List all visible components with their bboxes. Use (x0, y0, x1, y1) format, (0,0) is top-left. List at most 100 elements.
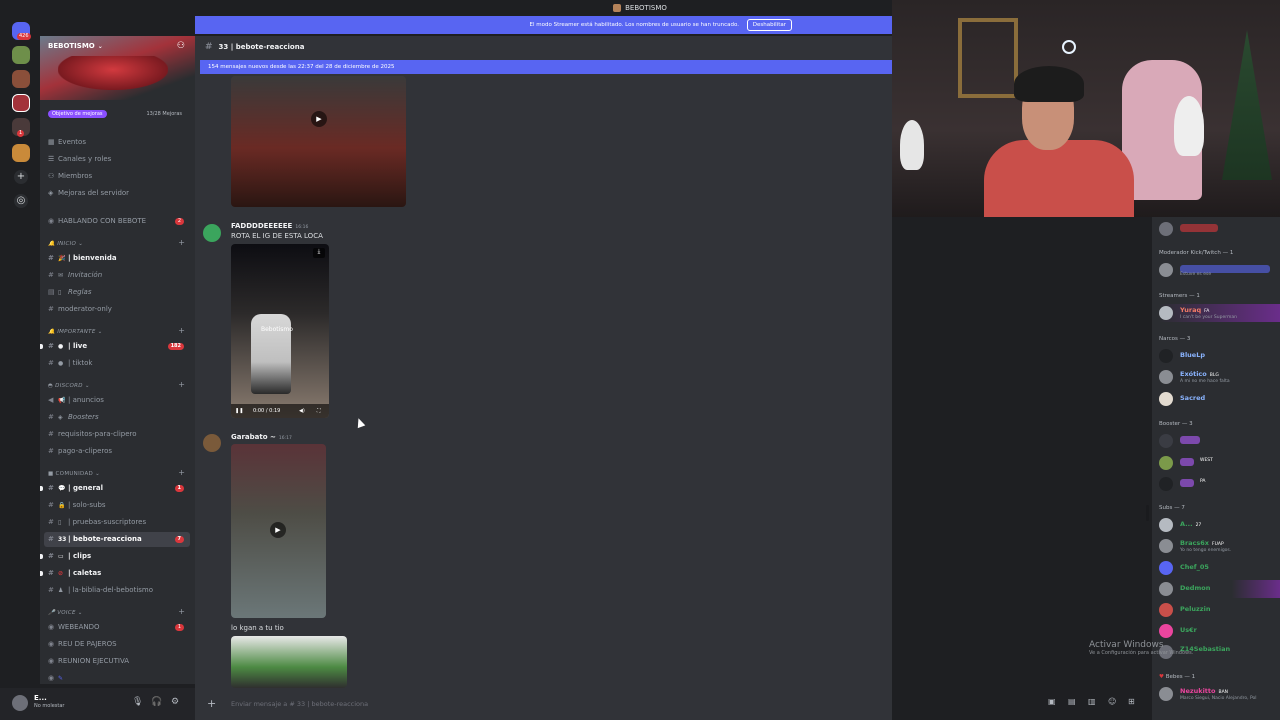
channel-caletas[interactable]: # ⊘ | caletas (40, 566, 190, 581)
page-icon: ▯ (58, 519, 62, 526)
member-row[interactable]: Dedmon (1159, 580, 1280, 598)
video-attachment-1[interactable]: ▶ (231, 76, 406, 207)
channel-moderator-only[interactable]: # moderator-only (40, 302, 190, 317)
avatar[interactable] (203, 224, 221, 242)
add-channel-icon[interactable]: + (178, 238, 185, 247)
avatar[interactable] (12, 695, 28, 711)
member-row[interactable]: Chef_05 (1159, 559, 1280, 577)
member-name: Us€r (1180, 626, 1197, 634)
add-channel-icon[interactable]: + (178, 380, 185, 389)
server-icon-4[interactable] (12, 144, 30, 162)
microphone-icon[interactable]: 🎙 (132, 697, 143, 707)
play-icon[interactable]: ▶ (270, 522, 286, 538)
member-row[interactable]: Us€r (1159, 622, 1280, 640)
channel-clips[interactable]: # ▭ | clips (40, 549, 190, 564)
member-row[interactable]: Sacred (1159, 390, 1280, 408)
add-attachment-icon[interactable]: + (207, 697, 216, 710)
channel-biblia[interactable]: # ♟ | la-biblia-del-bebotismo (40, 583, 190, 598)
pause-icon[interactable]: ❚❚ (235, 404, 243, 418)
channel-live[interactable]: # ● | live 182 (40, 339, 190, 354)
server-icon-bebotismo[interactable] (12, 94, 30, 112)
member-row[interactable] (1159, 220, 1280, 238)
server-name-button[interactable]: BEBOTISMO ⌄ (48, 42, 103, 50)
disable-streamer-mode-button[interactable]: Deshabilitar (746, 19, 792, 31)
banner-car-image (58, 56, 168, 90)
menu-members[interactable]: ⚇ Miembros (48, 172, 92, 180)
category-discord[interactable]: ◓ DISCORD ⌄ (48, 383, 90, 389)
member-row[interactable]: Peluzzin (1159, 601, 1280, 619)
member-row-streamer[interactable]: Yuraq FA I can't be your Superman (1159, 304, 1280, 322)
category-label: INICIO (57, 241, 77, 247)
headphones-icon[interactable]: 🎧 (151, 697, 162, 707)
member-row[interactable]: Bracs6x FUAP Yo no tengo enemigos. (1159, 537, 1280, 555)
menu-channels-roles[interactable]: ☰ Canales y roles (48, 155, 111, 163)
apps-icon[interactable]: ⊞ (1128, 697, 1135, 706)
voice-channel-reu[interactable]: ◉ REU DE PAJEROS (40, 637, 190, 652)
message-author[interactable]: FADDDDEEEEEE 16:16 (231, 222, 308, 230)
discover-icon[interactable]: ◎ (14, 194, 28, 208)
category-voice[interactable]: 🎤 VOICE ⌄ (48, 610, 83, 616)
channel-solo-subs[interactable]: # 🔒 | solo-subs (40, 498, 190, 513)
boost-icon: ◈ (48, 189, 54, 197)
voice-channel-hablando[interactable]: ◉ HABLANDO CON BEBOTE 2 (40, 214, 190, 229)
category-comunidad[interactable]: ■ COMUNIDAD ⌄ (48, 471, 100, 477)
channel-bienvenida[interactable]: # 🎉 | bienvenida (40, 251, 190, 266)
voice-channel-reunion[interactable]: ◉ REUNION EJECUTIVA (40, 654, 190, 669)
fullscreen-icon[interactable]: ⛶ (317, 404, 321, 418)
add-channel-icon[interactable]: + (178, 607, 185, 616)
menu-events[interactable]: ▦ Eventos (48, 138, 86, 146)
gif-icon[interactable]: ▤ (1068, 697, 1076, 706)
message-input[interactable]: Enviar mensaje a # 33 | bebote-reacciona (231, 700, 368, 708)
member-row[interactable]: Estuve es ese (1159, 261, 1280, 279)
download-icon[interactable]: ⤓ (313, 248, 325, 258)
add-channel-icon[interactable]: + (178, 326, 185, 335)
truncated-name (1180, 224, 1218, 232)
boost-goal-bar[interactable]: Objetivo de mejoras 13/28 Mejoras (48, 110, 188, 120)
add-server-icon[interactable]: + (14, 170, 28, 184)
channel-pago[interactable]: # pago-a-cliperos (40, 444, 190, 459)
server-icon-1[interactable] (12, 46, 30, 64)
add-channel-icon[interactable]: + (178, 468, 185, 477)
channel-anuncios[interactable]: ◀ 📢 | anuncios (40, 393, 190, 408)
member-row[interactable]: Exótico BLG A mi no me hace falta (1159, 368, 1280, 386)
invite-people-icon[interactable]: ⚇ (177, 41, 185, 51)
member-name: Dedmon (1180, 584, 1211, 592)
settings-gear-icon[interactable]: ⚙ (171, 697, 179, 707)
channel-pruebas[interactable]: # ▯ | pruebas-suscriptores (40, 515, 190, 530)
member-row[interactable]: Nezukitto BAN Marco Siegui, Nacio Alejandr… (1159, 685, 1280, 703)
hash-icon: # (48, 447, 54, 455)
megaphone-icon: 📢 (58, 397, 66, 404)
hash-icon: # (48, 271, 54, 279)
gift-icon[interactable]: ▣ (1048, 697, 1056, 706)
emoji-icon[interactable]: ☺ (1108, 697, 1116, 706)
channel-bebote-reacciona[interactable]: #33 | bebote-reacciona 7 (44, 532, 190, 547)
new-messages-bar[interactable]: 154 mensajes nuevos desde las 22:37 del … (200, 60, 892, 74)
member-row[interactable]: BlueLp (1159, 347, 1280, 365)
video-attachment-3[interactable]: ▶ (231, 444, 326, 618)
category-importante[interactable]: 🔔 IMPORTANTE ⌄ (48, 329, 103, 335)
channel-requisitos[interactable]: # requisitos-para-clipero (40, 427, 190, 442)
category-inicio[interactable]: 🔔 INICIO ⌄ (48, 241, 83, 247)
author-name: FADDDDEEEEEE (231, 222, 293, 230)
video-attachment-2[interactable]: Bebotismo ⤓ ❚❚ 0:00 / 0:19 ◀) ⛶ (231, 244, 329, 418)
message-author[interactable]: Garabato ~16:17 (231, 433, 292, 441)
server-icon-2[interactable] (12, 70, 30, 88)
member-row[interactable]: PA (1159, 475, 1280, 493)
voice-channel-webeando[interactable]: ◉ WEBEANDO 1 (40, 620, 190, 635)
channel-boosters[interactable]: # ◈ Boosters (40, 410, 190, 425)
sticker-icon[interactable]: ▥ (1088, 697, 1096, 706)
member-row[interactable]: A... 27 (1159, 516, 1280, 534)
avatar[interactable] (203, 434, 221, 452)
voice-channel-extra[interactable]: ◉ ✎ (40, 671, 190, 684)
channel-tiktok[interactable]: # ● | tiktok (40, 356, 190, 371)
channel-invitacion[interactable]: # ✉ Invitación (40, 268, 190, 283)
scrollbar-thumb[interactable] (1146, 505, 1149, 521)
channel-general[interactable]: # 💬 | general 1 (40, 481, 190, 496)
member-row[interactable] (1159, 432, 1280, 450)
volume-icon[interactable]: ◀) (299, 404, 305, 418)
menu-server-boost[interactable]: ◈ Mejoras del servidor (48, 189, 129, 197)
channel-reglas[interactable]: ▤ ▯ Reglas (40, 285, 190, 300)
play-icon[interactable]: ▶ (311, 111, 327, 127)
member-row[interactable]: WEST (1159, 454, 1280, 472)
video-attachment-4[interactable] (231, 636, 347, 688)
